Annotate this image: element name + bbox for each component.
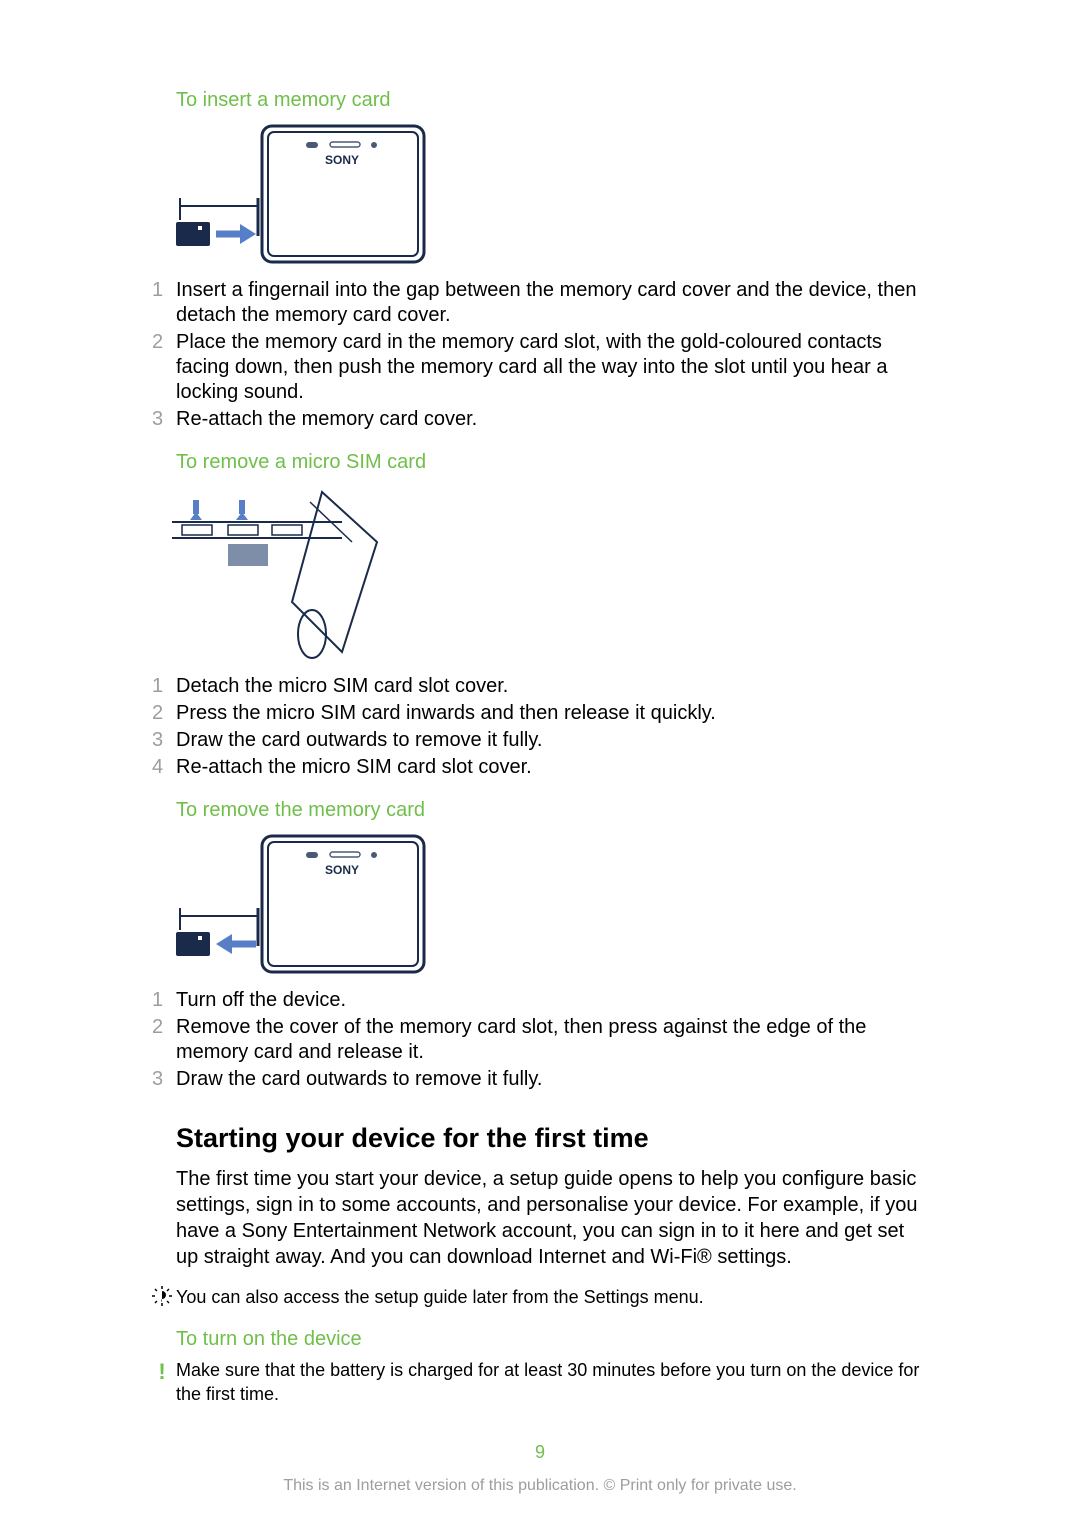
warning-icon: ! [148, 1359, 176, 1385]
heading-starting-device: Starting your device for the first time [176, 1122, 924, 1156]
step-item: Re-attach the micro SIM card slot cover. [176, 755, 924, 780]
steps-remove-memory: Turn off the device. Remove the cover of… [176, 988, 924, 1092]
section-title-turn-on: To turn on the device [176, 1327, 924, 1351]
step-item: Insert a fingernail into the gap between… [176, 278, 924, 328]
section-title-remove-memory: To remove the memory card [176, 798, 924, 822]
step-item: Place the memory card in the memory card… [176, 330, 924, 405]
step-item: Remove the cover of the memory card slot… [176, 1015, 924, 1065]
warning-text: Make sure that the battery is charged fo… [176, 1359, 924, 1406]
page-number: 9 [0, 1442, 1080, 1463]
section-title-remove-sim: To remove a micro SIM card [176, 450, 924, 474]
device-brand-label: SONY [325, 153, 359, 167]
manual-page: To insert a memory card SONY Insert a fi… [0, 0, 1080, 1527]
illustration-remove-sim [172, 482, 924, 660]
step-item: Re-attach the memory card cover. [176, 407, 924, 432]
steps-insert-memory: Insert a fingernail into the gap between… [176, 278, 924, 432]
steps-remove-sim: Detach the micro SIM card slot cover. Pr… [176, 674, 924, 780]
tip-row: You can also access the setup guide late… [176, 1286, 924, 1312]
step-item: Press the micro SIM card inwards and the… [176, 701, 924, 726]
device-brand-label: SONY [325, 863, 359, 877]
step-item: Turn off the device. [176, 988, 924, 1013]
tip-icon [148, 1286, 176, 1312]
warning-row: ! Make sure that the battery is charged … [176, 1359, 924, 1406]
step-item: Detach the micro SIM card slot cover. [176, 674, 924, 699]
step-item: Draw the card outwards to remove it full… [176, 728, 924, 753]
illustration-remove-memory-card: SONY [172, 830, 924, 974]
section-title-insert-memory: To insert a memory card [176, 88, 924, 112]
footer-text: This is an Internet version of this publ… [0, 1477, 1080, 1495]
illustration-insert-memory-card: SONY [172, 120, 924, 264]
step-item: Draw the card outwards to remove it full… [176, 1067, 924, 1092]
body-starting-device: The first time you start your device, a … [176, 1166, 924, 1270]
tip-text: You can also access the setup guide late… [176, 1286, 704, 1309]
